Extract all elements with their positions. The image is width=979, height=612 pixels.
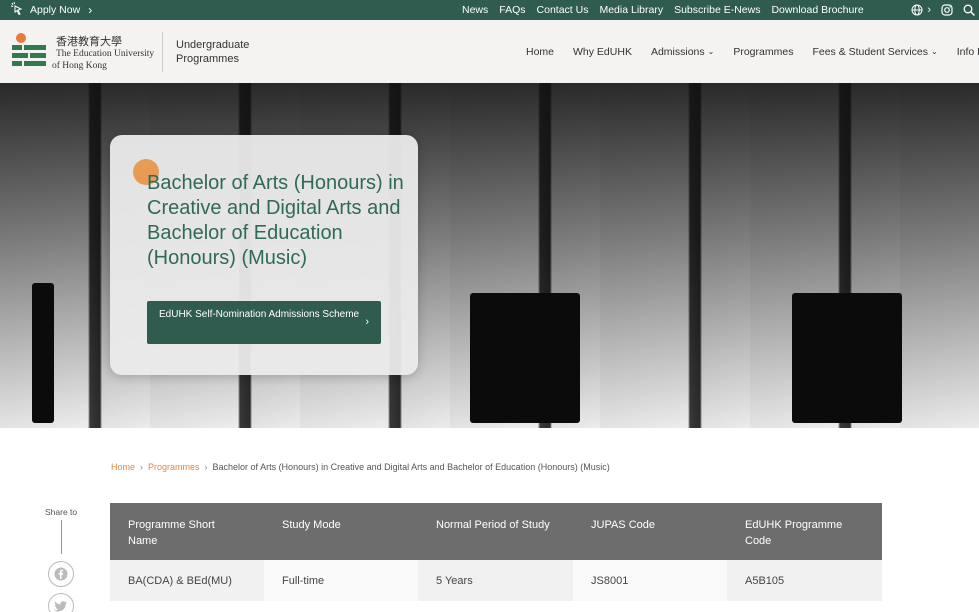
apply-now-link[interactable]: Apply Now › [0, 1, 93, 19]
column-header: Programme Short Name [110, 503, 264, 560]
chevron-down-icon: ⌄ [931, 47, 938, 56]
share-divider [61, 520, 62, 554]
logo-chinese-name: 香港教育大學 [56, 36, 122, 48]
chevron-right-icon: › [365, 316, 369, 328]
nav-why-eduhk-label: Why EdUHK [573, 45, 632, 58]
top-link-subscribe[interactable]: Subscribe E-News [674, 4, 760, 16]
column-header: JUPAS Code [573, 503, 727, 560]
nav-why-eduhk[interactable]: Why EdUHK [573, 46, 632, 58]
nav-admissions-label: Admissions [650, 45, 705, 58]
piano-key-image [32, 283, 54, 423]
piano-key-image [470, 293, 580, 423]
chevron-right-icon: › [88, 3, 93, 17]
table-cell: BA(CDA) & BEd(MU) [110, 560, 264, 601]
site-name[interactable]: Undergraduate Programmes [176, 38, 266, 66]
top-link-news[interactable]: News [462, 4, 488, 16]
instagram-icon[interactable] [941, 4, 953, 16]
share-label: Share to [45, 507, 78, 517]
table-cell: Full-time [264, 560, 418, 601]
top-link-contact[interactable]: Contact Us [537, 4, 589, 16]
nav-programmes[interactable]: Programmes [733, 46, 793, 58]
share-facebook-button[interactable] [48, 561, 74, 587]
pointer-click-icon [10, 1, 24, 19]
column-header: Normal Period of Study [418, 503, 573, 560]
table-cell: 5 Years [418, 560, 573, 601]
top-bar: Apply Now › News FAQs Contact Us Media L… [0, 0, 979, 20]
hero-card: Bachelor of Arts (Honours) in Creative a… [110, 135, 418, 375]
column-header: EdUHK Programme Code [727, 503, 882, 560]
breadcrumb-current: Bachelor of Arts (Honours) in Creative a… [212, 462, 610, 472]
eduhk-logo[interactable]: 香港教育大學 The Education University of Hong … [10, 28, 160, 74]
piano-key-image [792, 293, 902, 423]
column-header: Study Mode [264, 503, 418, 560]
globe-icon[interactable] [911, 4, 923, 16]
nav-fees-services[interactable]: Fees & Student Services ⌄ [812, 46, 937, 58]
chevron-down-icon: ⌄ [707, 47, 715, 56]
top-link-faqs[interactable]: FAQs [499, 4, 525, 16]
site-header: 香港教育大學 The Education University of Hong … [0, 20, 979, 83]
logo-english-name: The Education University [56, 49, 155, 59]
breadcrumb-home[interactable]: Home [111, 462, 135, 472]
nav-info-day-label: Info Day [956, 45, 979, 58]
table-cell: A5B105 [727, 560, 882, 601]
programme-info-table: Programme Short Name Study Mode Normal P… [110, 503, 882, 601]
main-nav: Home Why EdUHK Admissions ⌄ Programmes Fe… [526, 20, 979, 83]
breadcrumb: Home › Programmes › Bachelor of Arts (Honour… [111, 462, 610, 472]
nav-fees-label: Fees & Student Services [812, 45, 929, 58]
table-cell: JS8001 [573, 560, 727, 601]
search-icon[interactable] [963, 4, 975, 16]
nav-home[interactable]: Home [526, 46, 554, 58]
utility-links: News FAQs Contact Us Media Library Subsc… [462, 0, 875, 20]
header-divider [162, 32, 163, 72]
breadcrumb-separator-icon: › [140, 462, 144, 472]
table-header-row: Programme Short Name Study Mode Normal P… [110, 503, 882, 560]
breadcrumb-separator-icon: › [204, 462, 208, 472]
logo-english-name-line2: of Hong Kong [52, 61, 107, 71]
top-icons: › [911, 0, 979, 20]
facebook-icon [54, 567, 68, 581]
self-nomination-button[interactable]: EdUHK Self-Nomination Admissions Scheme … [147, 301, 381, 344]
chevron-right-icon: › [927, 4, 931, 16]
eduhk-logo-mark-icon [12, 33, 46, 66]
twitter-icon [54, 601, 67, 612]
table-row: BA(CDA) & BEd(MU) Full-time 5 Years JS80… [110, 560, 882, 601]
nav-admissions[interactable]: Admissions ⌄ [651, 46, 714, 58]
self-nomination-label: EdUHK Self-Nomination Admissions Scheme [159, 309, 360, 320]
breadcrumb-programmes[interactable]: Programmes [148, 462, 200, 472]
nav-info-day[interactable]: Info Day [957, 46, 979, 58]
nav-programmes-label: Programmes [733, 45, 794, 58]
programme-title: Bachelor of Arts (Honours) in Creative a… [147, 172, 404, 269]
top-link-brochure[interactable]: Download Brochure [771, 4, 863, 16]
share-twitter-button[interactable] [48, 593, 74, 612]
hero-banner: Bachelor of Arts (Honours) in Creative a… [0, 83, 979, 428]
apply-now-label: Apply Now [30, 4, 81, 16]
top-link-media-library[interactable]: Media Library [599, 4, 663, 16]
nav-home-label: Home [526, 45, 555, 58]
